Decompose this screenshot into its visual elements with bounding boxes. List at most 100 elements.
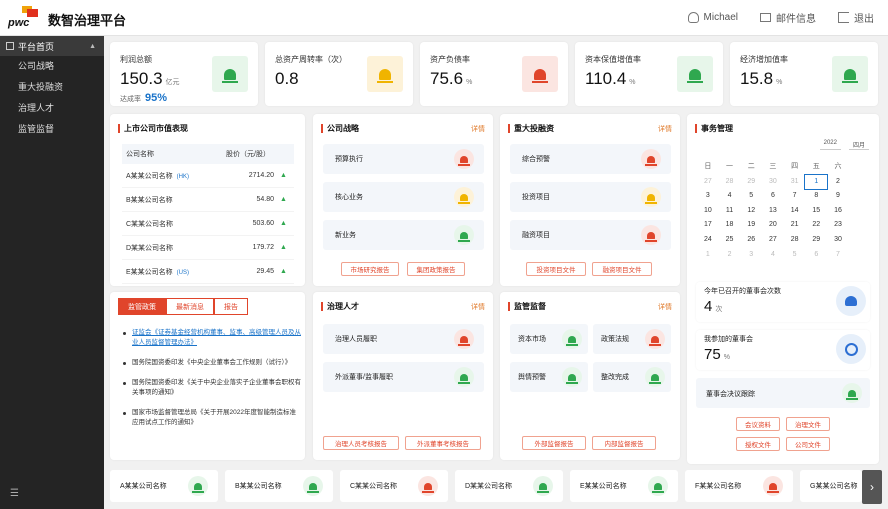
kpi-card-profit[interactable]: 利润总额 150.3 亿元 达成率 95% bbox=[110, 42, 258, 106]
director-assessment-report-button[interactable]: 外派董事考核报告 bbox=[405, 436, 481, 450]
news-item[interactable]: 国务院国资委印发《关于中央企业落实子企业董事会职权有关事项的通知》 bbox=[122, 378, 302, 398]
joined-meetings-stat[interactable]: 我参加的董事会 75% bbox=[696, 330, 870, 370]
calendar-day[interactable]: 6 bbox=[762, 189, 784, 204]
talent-assessment-report-button[interactable]: 治理人员考核报告 bbox=[323, 436, 399, 450]
sidebar-item-supervision[interactable]: 监管监督 bbox=[0, 119, 104, 140]
logout-link[interactable]: 退出 bbox=[838, 10, 874, 25]
calendar-day[interactable]: 28 bbox=[784, 233, 806, 248]
calendar-day[interactable]: 27 bbox=[762, 233, 784, 248]
calendar-day[interactable]: 19 bbox=[740, 218, 762, 233]
table-row[interactable]: C某某公司名称 503.60 ▲ bbox=[122, 212, 294, 236]
external-supervision-report-button[interactable]: 外部监督报告 bbox=[522, 436, 586, 450]
sidebar-item-investment[interactable]: 重大投融资 bbox=[0, 77, 104, 98]
strategy-item[interactable]: 预算执行 bbox=[323, 144, 484, 174]
calendar-day[interactable]: 2 bbox=[827, 175, 849, 190]
calendar-day[interactable]: 1 bbox=[697, 248, 719, 263]
calendar-day[interactable]: 10 bbox=[697, 204, 719, 219]
calendar-day[interactable]: 21 bbox=[784, 218, 806, 233]
calendar-day[interactable]: 23 bbox=[827, 218, 849, 233]
calendar-day[interactable]: 4 bbox=[762, 248, 784, 263]
calendar-day[interactable]: 30 bbox=[827, 233, 849, 248]
calendar-day[interactable]: 29 bbox=[805, 233, 827, 248]
investment-item[interactable]: 融资项目 bbox=[510, 220, 671, 250]
user-menu[interactable]: Michael bbox=[687, 10, 738, 25]
governance-files-button[interactable]: 治理文件 bbox=[786, 417, 830, 431]
company-card[interactable]: G某某公司名称 bbox=[800, 470, 862, 502]
kpi-card-debt-ratio[interactable]: 资产负债率 75.6% bbox=[420, 42, 568, 106]
table-row[interactable]: B某某公司名称 54.80 ▲ bbox=[122, 188, 294, 212]
year-select[interactable]: 2022 bbox=[819, 140, 841, 150]
supervision-item[interactable]: 舆情预警 bbox=[510, 362, 588, 392]
authorization-files-button[interactable]: 授权文件 bbox=[736, 437, 780, 451]
calendar-day[interactable]: 24 bbox=[697, 233, 719, 248]
calendar-day[interactable]: 22 bbox=[805, 218, 827, 233]
company-card[interactable]: B某某公司名称 bbox=[225, 470, 333, 502]
calendar-day[interactable]: 28 bbox=[719, 175, 741, 190]
sidebar-item-home[interactable]: 平台首页 ▲ bbox=[0, 36, 104, 56]
calendar-day[interactable]: 16 bbox=[827, 204, 849, 219]
calendar-day[interactable]: 2 bbox=[719, 248, 741, 263]
calendar-day[interactable]: 3 bbox=[697, 189, 719, 204]
tab-reports[interactable]: 报告 bbox=[214, 298, 248, 315]
news-item[interactable]: 国务院国资委印发《中央企业董事会工作规则（试行）》 bbox=[122, 358, 302, 368]
calendar-day[interactable]: 13 bbox=[762, 204, 784, 219]
calendar-day[interactable]: 30 bbox=[762, 175, 784, 190]
supervision-item[interactable]: 资本市场 bbox=[510, 324, 588, 354]
investment-details-link[interactable]: 详情 bbox=[658, 124, 672, 134]
strategy-item[interactable]: 核心业务 bbox=[323, 182, 484, 212]
talent-item[interactable]: 治理人员履职 bbox=[323, 324, 484, 354]
group-policy-report-button[interactable]: 集团政策报告 bbox=[407, 262, 465, 276]
news-item[interactable]: 证监会《证券基金经营机构董事、监事、高级管理人员及从业人员监督管理办法》 bbox=[122, 328, 302, 348]
calendar-day[interactable]: 4 bbox=[719, 189, 741, 204]
calendar-day[interactable]: 17 bbox=[697, 218, 719, 233]
calendar-day[interactable]: 26 bbox=[740, 233, 762, 248]
calendar-day[interactable]: 7 bbox=[784, 189, 806, 204]
calendar-day[interactable]: 18 bbox=[719, 218, 741, 233]
calendar-day[interactable]: 31 bbox=[784, 175, 806, 190]
month-select[interactable]: 四月 bbox=[848, 140, 869, 150]
collapse-menu-icon[interactable]: ☰ bbox=[10, 488, 19, 499]
talent-details-link[interactable]: 详情 bbox=[471, 302, 485, 312]
calendar-day[interactable]: 8 bbox=[805, 189, 827, 204]
messages-link[interactable]: 邮件信息 bbox=[760, 10, 816, 25]
supervision-item[interactable]: 政策法规 bbox=[593, 324, 671, 354]
investment-files-button[interactable]: 投资项目文件 bbox=[526, 262, 586, 276]
calendar-day[interactable]: 15 bbox=[805, 204, 827, 219]
scroll-next-button[interactable]: › bbox=[862, 470, 882, 504]
company-files-button[interactable]: 公司文件 bbox=[786, 437, 830, 451]
kpi-card-capital-ratio[interactable]: 资本保值增值率 110.4% bbox=[575, 42, 723, 106]
calendar-day[interactable]: 27 bbox=[697, 175, 719, 190]
market-research-report-button[interactable]: 市场研究报告 bbox=[341, 262, 399, 276]
calendar-day[interactable]: 25 bbox=[719, 233, 741, 248]
strategy-details-link[interactable]: 详情 bbox=[471, 124, 485, 134]
calendar-day[interactable]: 5 bbox=[740, 189, 762, 204]
calendar-day-today[interactable]: 1 bbox=[804, 173, 829, 191]
calendar-day[interactable]: 11 bbox=[719, 204, 741, 219]
internal-supervision-report-button[interactable]: 内部监督报告 bbox=[592, 436, 656, 450]
board-meetings-stat[interactable]: 今年已召开的董事会次数 4次 bbox=[696, 282, 870, 322]
strategy-item[interactable]: 新业务 bbox=[323, 220, 484, 250]
company-card[interactable]: E某某公司名称 bbox=[570, 470, 678, 502]
calendar-day[interactable]: 14 bbox=[784, 204, 806, 219]
calendar-day[interactable]: 7 bbox=[827, 248, 849, 263]
resolution-tracking[interactable]: 董事会决议跟踪 bbox=[696, 378, 870, 408]
financing-files-button[interactable]: 融资项目文件 bbox=[592, 262, 652, 276]
calendar-day[interactable]: 20 bbox=[762, 218, 784, 233]
investment-item[interactable]: 投资项目 bbox=[510, 182, 671, 212]
calendar-day[interactable]: 12 bbox=[740, 204, 762, 219]
kpi-card-eva-ratio[interactable]: 经济增加值率 15.8% bbox=[730, 42, 878, 106]
calendar-day[interactable]: 5 bbox=[784, 248, 806, 263]
calendar-day[interactable]: 9 bbox=[827, 189, 849, 204]
company-card[interactable]: A某某公司名称 bbox=[110, 470, 218, 502]
company-card[interactable]: F某某公司名称 bbox=[685, 470, 793, 502]
news-item[interactable]: 国家市场监督管理总局《关于开展2022年度智能制造标准应用试点工作的通知》 bbox=[122, 408, 302, 428]
company-card[interactable]: D某某公司名称 bbox=[455, 470, 563, 502]
investment-item[interactable]: 综合预警 bbox=[510, 144, 671, 174]
supervision-item[interactable]: 整改完成 bbox=[593, 362, 671, 392]
sidebar-item-talent[interactable]: 治理人才 bbox=[0, 98, 104, 119]
calendar-day[interactable]: 6 bbox=[805, 248, 827, 263]
supervision-details-link[interactable]: 详情 bbox=[658, 302, 672, 312]
table-row[interactable]: E某某公司名称 (US) 29.45 ▲ bbox=[122, 260, 294, 284]
talent-item[interactable]: 外派董事/监事履职 bbox=[323, 362, 484, 392]
calendar-day[interactable]: 29 bbox=[740, 175, 762, 190]
